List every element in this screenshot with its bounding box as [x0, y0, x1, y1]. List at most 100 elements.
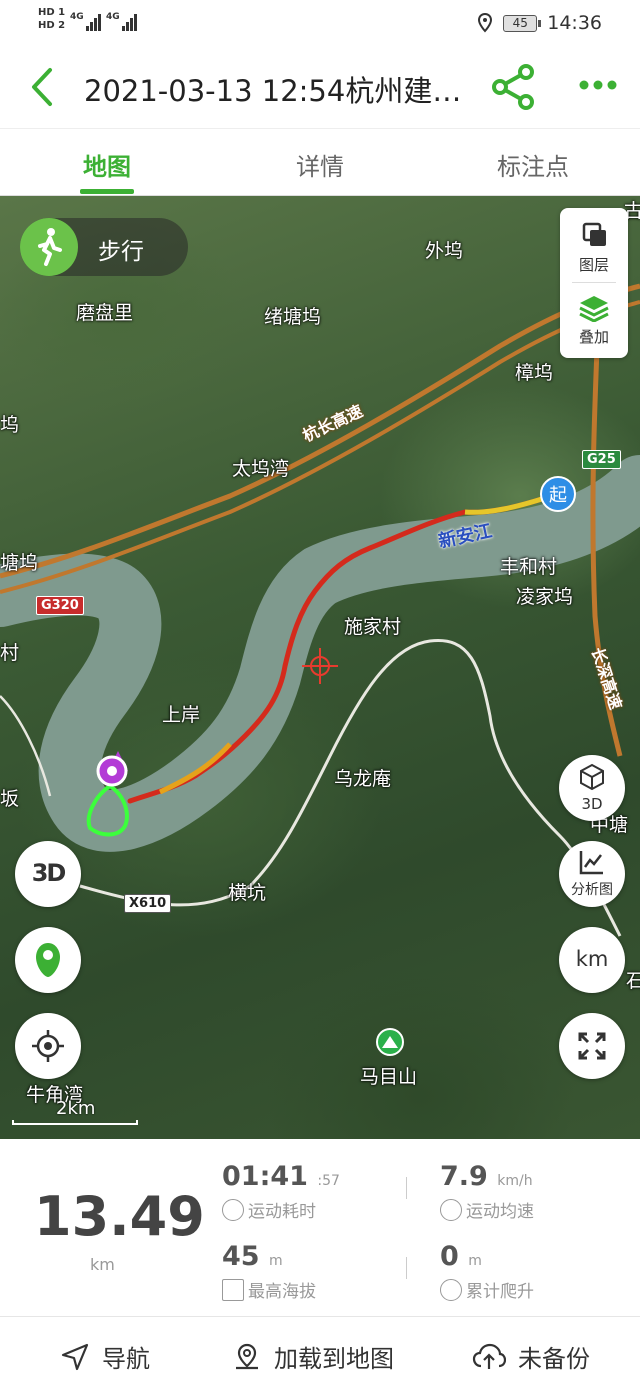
distance-unit: km: [90, 1255, 115, 1274]
tab-map[interactable]: 地图: [47, 147, 167, 182]
place-label: 塘坞: [0, 552, 39, 574]
fullscreen-button[interactable]: [559, 1013, 625, 1079]
location-icon: [478, 13, 493, 33]
activity-mode-chip[interactable]: 步行: [20, 218, 188, 276]
duration-label: 运动耗时: [248, 1202, 316, 1222]
tab-indicator: [80, 189, 134, 194]
back-icon[interactable]: [28, 64, 68, 110]
duration-main: 01:41: [222, 1161, 308, 1192]
speed-value: 7.9 km/h: [440, 1161, 533, 1192]
altitude-main: 45: [222, 1241, 260, 1272]
map-canvas: 起: [0, 275, 640, 1056]
hd1-label: HD 1: [38, 7, 66, 18]
battery-icon: 45: [503, 14, 542, 32]
unit-label: km: [575, 947, 609, 971]
overlay-icon[interactable]: [578, 294, 610, 322]
place-label: 上岸: [162, 704, 201, 726]
duration-seconds: :57: [317, 1173, 340, 1189]
start-marker: 起: [540, 476, 576, 512]
navigate-button[interactable]: 导航: [60, 1339, 150, 1374]
climb-value: 0 m: [440, 1241, 482, 1272]
climb-label: 累计爬升: [466, 1282, 534, 1302]
place-label: 丰和村: [500, 556, 558, 578]
altitude-caption: 最高海拔: [222, 1277, 316, 1302]
network-label-1: 4G: [70, 12, 84, 22]
chart-icon: [579, 851, 603, 875]
network-label-2: 4G: [106, 12, 120, 22]
analysis-label: 分析图: [571, 882, 613, 898]
3d-button[interactable]: 3D: [559, 755, 625, 821]
walk-icon: [20, 218, 78, 276]
signal-icon: 4G: [70, 12, 102, 32]
share-icon[interactable]: [490, 64, 538, 110]
climb-unit: m: [468, 1253, 482, 1269]
road-shield: X610: [124, 894, 172, 913]
road-shield: G320: [36, 596, 84, 615]
speed-caption: 运动均速: [440, 1197, 534, 1222]
stats-panel: 13.49 km 01:41 :57 运动耗时 7.9 km/h 运动均速 45…: [0, 1139, 640, 1317]
place-label: 磨盘里: [76, 302, 134, 324]
locate-button[interactable]: [15, 1013, 81, 1079]
place-label: 凌家坞: [516, 586, 574, 608]
place-label: 马目山: [360, 1066, 418, 1088]
altitude-label: 最高海拔: [248, 1282, 316, 1302]
place-label: 乌龙庵: [334, 768, 392, 790]
3d-view-button[interactable]: 3D: [15, 841, 81, 907]
hd2-label: HD 2: [38, 20, 66, 31]
place-label: 外坞: [425, 240, 464, 262]
signal-icon: 4G: [106, 12, 138, 32]
sim-indicators: HD 1 HD 2: [38, 6, 65, 32]
unit-button[interactable]: km: [559, 927, 625, 993]
place-label: 石: [626, 970, 640, 992]
layers-label[interactable]: 图层: [560, 254, 628, 275]
navigation-arrow-icon: [61, 1343, 89, 1370]
map-view[interactable]: 起 外坞 磨盘里 绪塘坞 樟坞 坞 太坞湾 塘坞 丰和村 凌家坞 施家村 村 上…: [0, 196, 640, 1139]
tab-details[interactable]: 详情: [260, 147, 380, 182]
bottom-action-bar: 导航 加载到地图 未备份: [0, 1317, 640, 1386]
tab-markers[interactable]: 标注点: [473, 147, 593, 182]
climb-caption: 累计爬升: [440, 1277, 534, 1302]
place-label: 坂: [0, 788, 20, 810]
road-shield: G25: [582, 450, 621, 469]
clock: 14:36: [547, 12, 602, 34]
layers-icon[interactable]: [582, 222, 608, 248]
distance-value: 13.49: [34, 1185, 205, 1248]
speed-label: 运动均速: [466, 1202, 534, 1222]
cloud-upload-icon: [472, 1343, 506, 1369]
place-label: 施家村: [344, 616, 402, 638]
more-icon[interactable]: [578, 70, 618, 100]
navigate-label: 导航: [102, 1345, 150, 1373]
title-bar: 2021-03-13 12:54杭州建…: [0, 46, 640, 128]
scale-bar: [12, 1120, 138, 1125]
place-label: 坞: [0, 414, 20, 436]
overlay-label[interactable]: 叠加: [560, 326, 628, 347]
activity-mode-label: 步行: [98, 239, 144, 265]
place-label: 樟坞: [515, 362, 554, 384]
altitude-value: 45 m: [222, 1241, 283, 1272]
speed-main: 7.9: [440, 1161, 488, 1192]
mountain-poi-icon: [376, 1028, 404, 1056]
duration-caption: 运动耗时: [222, 1197, 316, 1222]
climb-icon: [440, 1278, 462, 1301]
backup-button[interactable]: 未备份: [472, 1339, 590, 1374]
mountain-icon: [222, 1278, 244, 1301]
3d-label: 3D: [581, 795, 603, 813]
locate-icon: [32, 1030, 64, 1062]
analysis-button[interactable]: 分析图: [559, 841, 625, 907]
tab-bar: 地图 详情 标注点: [0, 128, 640, 196]
divider: [406, 1177, 407, 1199]
footprint-icon: [36, 943, 60, 977]
climb-main: 0: [440, 1241, 459, 1272]
status-bar: HD 1 HD 2 4G 4G 45 14:36: [0, 0, 640, 46]
layers-panel: 图层 叠加: [560, 208, 628, 358]
scale-label: 2km: [56, 1098, 96, 1119]
svg-text:起: 起: [549, 485, 567, 506]
backup-label: 未备份: [518, 1345, 590, 1373]
load-to-map-button[interactable]: 加载到地图: [232, 1339, 394, 1374]
map-pin-icon: [236, 1343, 258, 1369]
footprint-button[interactable]: [15, 927, 81, 993]
cube-icon: [580, 763, 604, 791]
speedometer-icon: [440, 1198, 462, 1221]
place-label: 横坑: [228, 882, 267, 904]
divider: [572, 282, 616, 283]
